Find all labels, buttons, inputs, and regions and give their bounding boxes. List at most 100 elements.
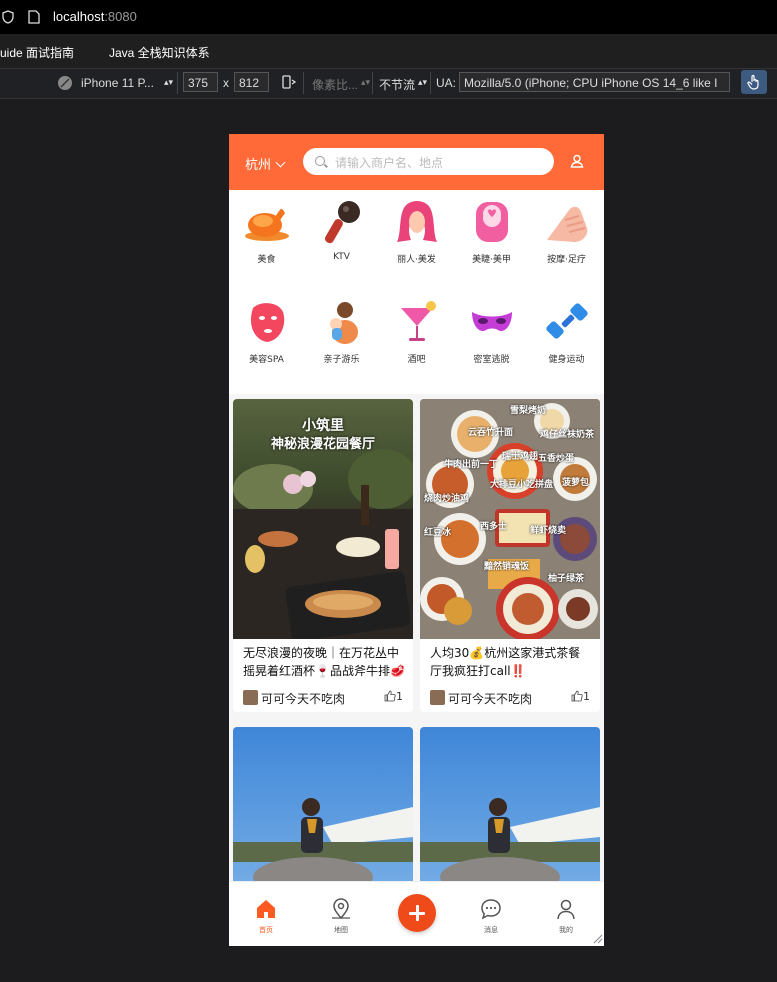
- like-count[interactable]: 1: [384, 690, 403, 703]
- category-massage[interactable]: 按摩·足疗: [529, 200, 604, 265]
- app-header: 杭州: [229, 134, 604, 190]
- cocktail-icon: [400, 301, 436, 341]
- feed-card[interactable]: 雪梨烤奶 云吞竹升面 鸡仔丝袜奶茶 牛肉出前一丁 瑞士鸡翅 五香炒蛋 大排豆小吃…: [420, 399, 600, 712]
- like-number: 1: [396, 690, 403, 703]
- height-input[interactable]: 812: [234, 72, 269, 92]
- card-meta: 可可今天不吃肉 1: [233, 680, 413, 712]
- device-select-arrow-icon: ▴▾: [164, 77, 174, 87]
- category-escape-room[interactable]: 密室逃脱: [454, 300, 529, 365]
- category-label: 美食: [257, 255, 276, 265]
- food-label: 烧肉炒油鸡: [424, 494, 470, 504]
- rotate-icon[interactable]: [280, 74, 296, 90]
- category-label: 密室逃脱: [473, 355, 510, 365]
- author-name[interactable]: 可可今天不吃肉: [448, 690, 532, 707]
- divider: [177, 72, 178, 94]
- food-label: 云吞竹升面: [468, 428, 514, 438]
- hair-icon: [396, 201, 437, 242]
- food-label: 菠萝包: [562, 478, 590, 488]
- category-label: 按摩·足疗: [547, 255, 586, 265]
- card-title: 无尽浪漫的夜晚｜在万花丛中摇晃着红酒杯🍷品战斧牛排🥩: [243, 646, 405, 678]
- bookmarks-bar: uide 面试指南 Java 全栈知识体系: [0, 34, 777, 94]
- food-label: 黯然销魂饭: [484, 562, 530, 572]
- tab-map[interactable]: 地图: [311, 898, 371, 935]
- add-post-button[interactable]: [398, 894, 436, 932]
- width-input[interactable]: 375: [183, 72, 218, 92]
- dpr-select[interactable]: 像素比...: [312, 76, 358, 93]
- home-icon: [257, 900, 275, 918]
- category-fitness[interactable]: 健身运动: [529, 300, 604, 365]
- food-label: 牛肉出前一丁: [444, 460, 499, 470]
- category-family[interactable]: 亲子游乐: [304, 300, 379, 365]
- thumbs-up-icon: [571, 690, 583, 702]
- tab-label: 我的: [559, 926, 573, 934]
- browser-address-bar: localhost:8080: [0, 0, 777, 34]
- device-select[interactable]: iPhone 11 P...: [81, 76, 154, 90]
- food-label: 五香炒蛋: [538, 454, 575, 464]
- like-number: 1: [583, 690, 590, 703]
- city-selector[interactable]: 杭州: [245, 154, 286, 173]
- avatar[interactable]: [430, 690, 445, 705]
- category-hair[interactable]: 丽人·美发: [379, 200, 454, 265]
- massage-hand-icon: [546, 206, 587, 242]
- tab-home[interactable]: 首页: [236, 898, 296, 935]
- mask-icon: [471, 312, 512, 332]
- touch-toggle-button[interactable]: [741, 70, 767, 94]
- chevron-down-icon: [275, 157, 286, 168]
- card-title: 人均30💰杭州这家港式茶餐厅我疯狂打call‼️: [430, 646, 581, 678]
- page-icon: [28, 10, 40, 24]
- url-text[interactable]: localhost:8080: [53, 9, 137, 24]
- bookmark-interview-guide[interactable]: uide 面试指南: [0, 44, 74, 61]
- food-label: 瑞士鸡翅: [502, 452, 539, 462]
- food-label: 红豆冰: [424, 528, 452, 538]
- url-port: :8080: [104, 9, 137, 24]
- device-disabled-icon: [58, 76, 72, 90]
- category-label: 美睫·美甲: [472, 255, 511, 265]
- food-label: 雪梨烤奶: [510, 406, 547, 416]
- food-label: 鸡仔丝袜奶茶: [540, 430, 595, 440]
- category-ktv[interactable]: KTV: [304, 200, 379, 262]
- food-label: 鲜虾烧卖: [530, 526, 567, 536]
- dpr-select-arrow-icon: ▴▾: [361, 77, 371, 87]
- user-icon[interactable]: [570, 154, 584, 168]
- tab-messages[interactable]: 消息: [461, 898, 521, 935]
- dimension-separator: x: [223, 76, 229, 90]
- image-caption-line2: 神秘浪漫花园餐厅: [270, 437, 375, 452]
- nail-icon: [475, 202, 508, 242]
- ua-input[interactable]: Mozilla/5.0 (iPhone; CPU iPhone OS 14_6 …: [459, 72, 730, 92]
- divider: [430, 72, 431, 94]
- shield-icon[interactable]: [2, 10, 14, 24]
- food-label: 柚子绿茶: [548, 574, 585, 584]
- chat-icon: [481, 899, 501, 920]
- map-pin-icon: [332, 898, 350, 920]
- like-count[interactable]: 1: [571, 690, 590, 703]
- search-icon: [315, 156, 325, 166]
- category-label: 亲子游乐: [323, 355, 360, 365]
- throttle-select[interactable]: 不节流: [379, 76, 415, 93]
- author-name[interactable]: 可可今天不吃肉: [261, 690, 345, 707]
- roast-chicken-icon: [244, 205, 290, 241]
- feed-card[interactable]: 小筑里 神秘浪漫花园餐厅 无尽浪漫的夜晚｜在万花丛中摇晃着红酒杯🍷品战斧牛排🥩 …: [233, 399, 413, 712]
- card-image: 雪梨烤奶 云吞竹升面 鸡仔丝袜奶茶 牛肉出前一丁 瑞士鸡翅 五香炒蛋 大排豆小吃…: [420, 399, 600, 639]
- search-input[interactable]: [333, 152, 547, 173]
- url-host: localhost: [53, 9, 105, 24]
- category-label: KTV: [333, 252, 350, 262]
- avatar[interactable]: [243, 690, 258, 705]
- category-label: 丽人·美发: [397, 255, 436, 265]
- bookmark-java-knowledge[interactable]: Java 全栈知识体系: [109, 44, 210, 61]
- face-mask-icon: [250, 303, 284, 342]
- category-bar[interactable]: 酒吧: [379, 300, 454, 365]
- card-image: 小筑里 神秘浪漫花园餐厅: [233, 399, 413, 639]
- category-food[interactable]: 美食: [229, 200, 304, 265]
- bottom-tab-bar: 首页 地图 消息 我的: [229, 881, 604, 946]
- thumbs-up-icon: [384, 690, 396, 702]
- category-nail[interactable]: 美睫·美甲: [454, 200, 529, 265]
- ua-label: UA:: [436, 76, 457, 90]
- food-label: 西多士: [480, 522, 508, 532]
- divider: [303, 72, 304, 94]
- search-bar[interactable]: [303, 148, 554, 175]
- tab-profile[interactable]: 我的: [536, 898, 596, 935]
- resize-handle-icon[interactable]: [591, 932, 603, 944]
- mobile-viewport: 杭州 美食 KTV 丽人·美发 美睫·美甲 按摩·足疗: [229, 134, 604, 946]
- dumbbell-icon: [545, 303, 588, 339]
- category-spa[interactable]: 美容SPA: [229, 300, 304, 365]
